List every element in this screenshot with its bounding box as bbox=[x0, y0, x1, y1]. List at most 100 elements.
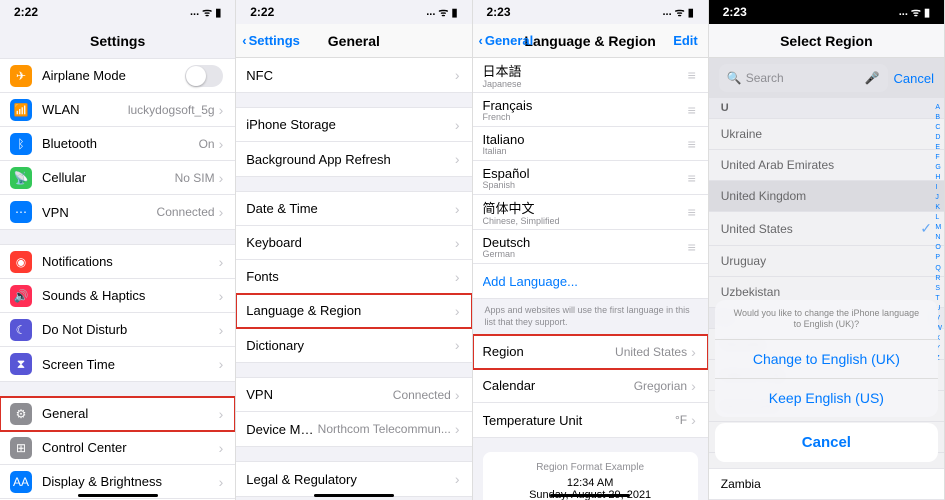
settings-row[interactable]: Language & Region› bbox=[236, 294, 471, 328]
settings-row[interactable]: Date & Time› bbox=[236, 192, 471, 226]
language-name: 简体中文 bbox=[483, 198, 560, 217]
chevron-icon: › bbox=[219, 136, 224, 152]
mic-icon[interactable]: 🎤 bbox=[865, 71, 880, 85]
toggle[interactable] bbox=[185, 65, 223, 87]
settings-row[interactable]: Temperature Unit°F› bbox=[473, 403, 708, 437]
settings-row[interactable]: ⋯VPNConnected› bbox=[0, 195, 235, 229]
screen-settings: 2:22...ᯤ▮ Settings ✈︎ Airplane Mode 📶WLANl… bbox=[0, 0, 236, 500]
language-row[interactable]: EspañolSpanish≡ bbox=[473, 161, 708, 195]
chevron-icon: › bbox=[219, 322, 224, 338]
row-icon: ⚙ bbox=[10, 403, 32, 425]
language-name: Français bbox=[483, 98, 533, 113]
language-row[interactable]: FrançaisFrench≡ bbox=[473, 93, 708, 127]
change-language-button[interactable]: Change to English (UK) bbox=[715, 340, 938, 379]
settings-row[interactable]: ⚙General› bbox=[0, 397, 235, 431]
drag-handle-icon[interactable]: ≡ bbox=[688, 102, 696, 118]
settings-row[interactable]: Keyboard› bbox=[236, 226, 471, 260]
list-footer: Apps and websites will use the first lan… bbox=[473, 299, 708, 334]
row-label: Airplane Mode bbox=[42, 68, 185, 83]
settings-row[interactable]: 📡CellularNo SIM› bbox=[0, 161, 235, 195]
region-row[interactable]: Ukraine bbox=[709, 119, 944, 150]
chevron-icon: › bbox=[219, 406, 224, 422]
region-row[interactable]: United Kingdom bbox=[709, 181, 944, 212]
search-input[interactable]: 🔍Search🎤 bbox=[719, 64, 888, 92]
chevron-icon: › bbox=[455, 235, 460, 251]
chevron-icon: › bbox=[219, 254, 224, 270]
row-value: luckydogsoft_5g bbox=[128, 103, 215, 117]
row-value: No SIM bbox=[175, 171, 215, 185]
row-icon: ✈︎ bbox=[10, 65, 32, 87]
settings-row[interactable]: ⧗Screen Time› bbox=[0, 347, 235, 381]
add-language-button[interactable]: Add Language... bbox=[473, 264, 708, 298]
drag-handle-icon[interactable]: ≡ bbox=[688, 239, 696, 255]
settings-row[interactable]: Dictionary› bbox=[236, 328, 471, 362]
home-indicator[interactable] bbox=[78, 494, 158, 497]
back-button[interactable]: ‹ Settings bbox=[242, 33, 300, 48]
status-bar: 2:23...ᯤ▮ bbox=[473, 0, 708, 24]
settings-row[interactable]: Device ManagementNorthcom Telecommun...› bbox=[236, 412, 471, 446]
region-row[interactable]: United Arab Emirates bbox=[709, 150, 944, 181]
region-row[interactable]: United States✓ bbox=[709, 212, 944, 246]
language-name: Deutsch bbox=[483, 235, 531, 250]
settings-row[interactable]: ☾Do Not Disturb› bbox=[0, 313, 235, 347]
row-icon: ⋯ bbox=[10, 201, 32, 223]
row-label: Control Center bbox=[42, 440, 219, 455]
row-label: Calendar bbox=[483, 378, 634, 393]
drag-handle-icon[interactable]: ≡ bbox=[688, 204, 696, 220]
home-indicator[interactable] bbox=[314, 494, 394, 497]
drag-handle-icon[interactable]: ≡ bbox=[688, 170, 696, 186]
home-indicator[interactable] bbox=[550, 494, 630, 497]
nav-bar: ‹ Settings General bbox=[236, 24, 471, 58]
back-button[interactable]: ‹ General bbox=[479, 33, 534, 48]
chevron-icon: › bbox=[455, 67, 460, 83]
language-sub: German bbox=[483, 250, 531, 259]
settings-row[interactable]: ⊞Control Center› bbox=[0, 431, 235, 465]
settings-row[interactable]: Background App Refresh› bbox=[236, 142, 471, 176]
chevron-icon: › bbox=[455, 269, 460, 285]
settings-row[interactable]: NFC› bbox=[236, 58, 471, 92]
row-label: Background App Refresh bbox=[246, 152, 455, 167]
settings-row[interactable]: CalendarGregorian› bbox=[473, 369, 708, 403]
settings-row[interactable]: ✈︎ Airplane Mode bbox=[0, 59, 235, 93]
settings-row[interactable]: RegionUnited States› bbox=[473, 335, 708, 369]
keep-language-button[interactable]: Keep English (US) bbox=[715, 379, 938, 417]
row-label: Screen Time bbox=[42, 357, 219, 372]
language-name: 日本語 bbox=[483, 61, 522, 80]
cancel-button[interactable]: Cancel bbox=[894, 71, 934, 86]
sheet-cancel-button[interactable]: Cancel bbox=[715, 423, 938, 462]
region-row[interactable]: Uruguay bbox=[709, 246, 944, 277]
language-row[interactable]: ItalianoItalian≡ bbox=[473, 127, 708, 161]
chevron-icon: › bbox=[219, 204, 224, 220]
settings-row[interactable]: 📶WLANluckydogsoft_5g› bbox=[0, 93, 235, 127]
nav-bar: ‹ General Language & Region Edit bbox=[473, 24, 708, 58]
chevron-icon: › bbox=[455, 471, 460, 487]
row-label: Legal & Regulatory bbox=[246, 472, 455, 487]
language-sub: Chinese, Simplified bbox=[483, 217, 560, 226]
drag-handle-icon[interactable]: ≡ bbox=[688, 67, 696, 83]
chevron-icon: › bbox=[455, 387, 460, 403]
row-label: Date & Time bbox=[246, 201, 455, 216]
chevron-icon: › bbox=[219, 288, 224, 304]
settings-row[interactable]: Legal & Regulatory› bbox=[236, 462, 471, 496]
chevron-icon: › bbox=[691, 412, 696, 428]
settings-row[interactable]: ᛒBluetoothOn› bbox=[0, 127, 235, 161]
page-title: Settings bbox=[0, 24, 235, 58]
drag-handle-icon[interactable]: ≡ bbox=[688, 136, 696, 152]
checkmark-icon: ✓ bbox=[920, 220, 932, 237]
language-row[interactable]: 日本語Japanese≡ bbox=[473, 58, 708, 93]
row-label: Fonts bbox=[246, 269, 455, 284]
settings-row[interactable]: VPNConnected› bbox=[236, 378, 471, 412]
chevron-icon: › bbox=[455, 303, 460, 319]
chevron-icon: › bbox=[691, 344, 696, 360]
language-row[interactable]: DeutschGerman ≡ bbox=[473, 230, 708, 264]
settings-row[interactable]: iPhone Storage› bbox=[236, 108, 471, 142]
row-label: Do Not Disturb bbox=[42, 322, 219, 337]
row-label: Dictionary bbox=[246, 338, 455, 353]
settings-row[interactable]: Fonts› bbox=[236, 260, 471, 294]
language-row[interactable]: 简体中文Chinese, Simplified ≡ bbox=[473, 195, 708, 230]
settings-row[interactable]: 🔊Sounds & Haptics› bbox=[0, 279, 235, 313]
status-bar: 2:22...ᯤ▮ bbox=[0, 0, 235, 24]
row-label: Cellular bbox=[42, 170, 175, 185]
settings-row[interactable]: ◉Notifications› bbox=[0, 245, 235, 279]
edit-button[interactable]: Edit bbox=[673, 33, 698, 48]
